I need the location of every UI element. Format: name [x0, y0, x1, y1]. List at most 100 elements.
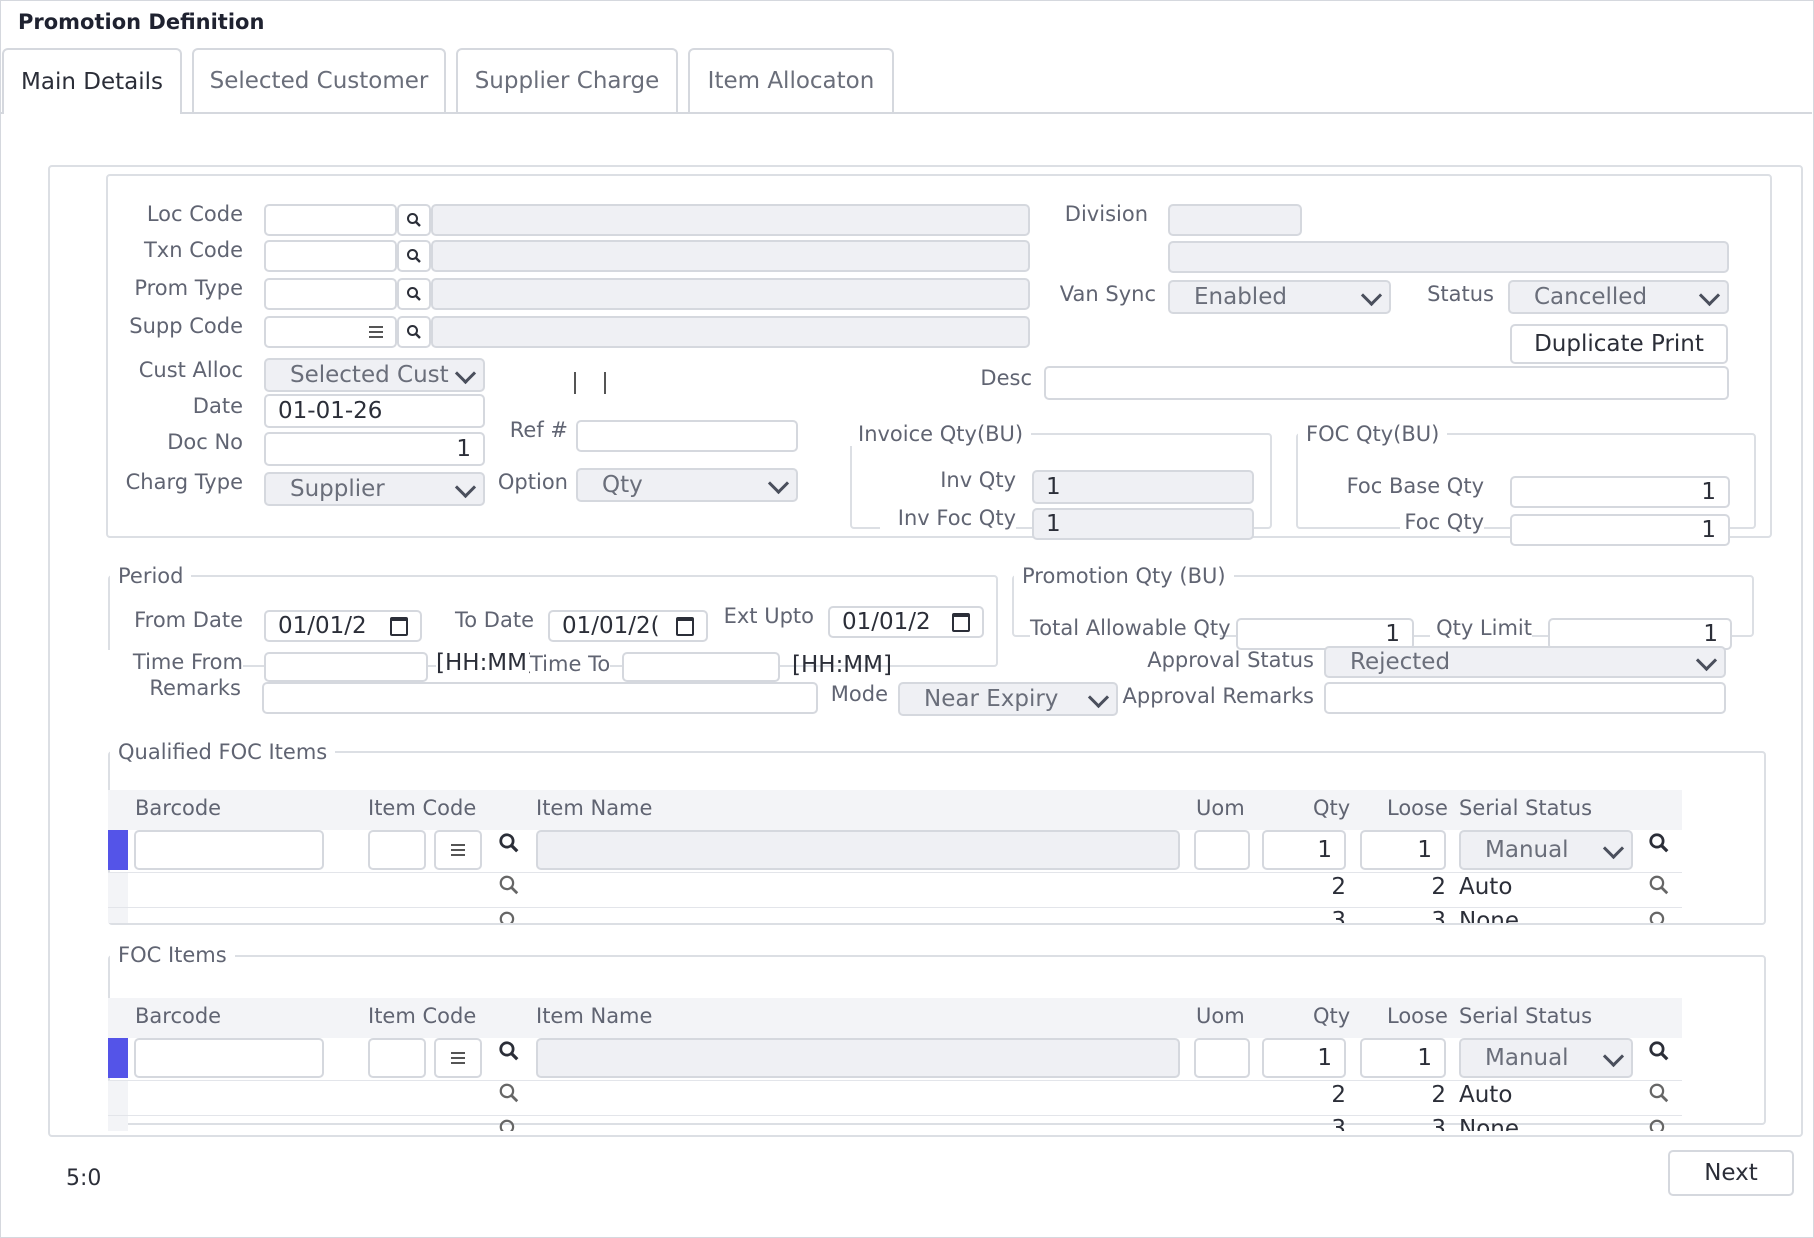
search-icon[interactable] [1648, 874, 1670, 896]
search-icon[interactable] [1648, 910, 1670, 923]
row-serial-status: Auto [1459, 1082, 1513, 1108]
col-uom: Uom [1196, 1004, 1245, 1028]
search-icon[interactable] [1648, 1082, 1670, 1104]
to-date-label: To Date [455, 608, 534, 632]
inv-foc-qty-field: 1 [1032, 508, 1254, 540]
supp-code-search-button[interactable] [397, 316, 431, 348]
search-icon [407, 325, 421, 339]
item-code-input[interactable] [368, 1038, 426, 1078]
status-select[interactable]: Cancelled [1508, 280, 1729, 314]
desc-input[interactable] [1044, 366, 1729, 400]
tab-selected-customer[interactable]: Selected Customer [192, 48, 446, 112]
doc-no-input[interactable]: 1 [264, 432, 485, 466]
option-select[interactable]: Qty [576, 468, 798, 502]
foc-qty-input[interactable]: 1 [1510, 514, 1730, 546]
col-uom: Uom [1196, 796, 1245, 820]
prom-type-label: Prom Type [134, 276, 243, 300]
search-icon[interactable] [498, 1118, 520, 1131]
row-divider [108, 872, 1682, 873]
time-to-input[interactable] [622, 652, 780, 682]
foc-base-qty-input[interactable]: 1 [1510, 476, 1730, 508]
calendar-icon[interactable] [952, 612, 970, 632]
qty-input[interactable]: 1 [1262, 1038, 1346, 1078]
col-barcode: Barcode [135, 796, 222, 820]
date-input[interactable]: 01-01-26 [264, 394, 485, 428]
txn-code-search-button[interactable] [397, 240, 431, 272]
loc-code-search-button[interactable] [397, 204, 431, 236]
mode-value: Near Expiry [924, 686, 1059, 712]
serial-status-select[interactable]: Manual [1459, 1038, 1633, 1078]
qty-input[interactable]: 1 [1262, 830, 1346, 870]
approval-remarks-input[interactable] [1324, 682, 1726, 714]
next-button[interactable]: Next [1668, 1150, 1794, 1196]
barcode-input[interactable] [134, 830, 324, 870]
calendar-icon[interactable] [676, 616, 694, 636]
qualified-foc-legend: Qualified FOC Items [110, 740, 336, 764]
mode-select[interactable]: Near Expiry [898, 682, 1118, 716]
txn-code-input[interactable] [264, 240, 397, 272]
barcode-input[interactable] [134, 1038, 324, 1078]
duplicate-print-button[interactable]: Duplicate Print [1510, 324, 1728, 364]
approval-status-value: Rejected [1350, 649, 1451, 675]
from-date-input[interactable]: 01/01/2 [264, 610, 422, 642]
loose-input[interactable]: 1 [1360, 1038, 1446, 1078]
prom-type-search-button[interactable] [397, 278, 431, 310]
tab-item-allocation[interactable]: Item Allocaton [688, 48, 894, 112]
list-icon [451, 849, 465, 851]
from-date-label: From Date [134, 608, 243, 632]
row-selector-active[interactable] [108, 830, 128, 870]
time-from-input[interactable] [264, 652, 428, 682]
row-qty: 2 [1331, 1082, 1346, 1108]
serial-status-select[interactable]: Manual [1459, 830, 1633, 870]
list-icon[interactable] [369, 331, 383, 333]
col-qty: Qty [1313, 796, 1351, 820]
search-icon[interactable] [498, 874, 520, 896]
ref-input[interactable] [576, 420, 798, 452]
inv-qty-field: 1 [1032, 470, 1254, 504]
uom-input[interactable] [1194, 830, 1250, 870]
tab-supplier-charge[interactable]: Supplier Charge [456, 48, 678, 112]
supp-code-name-field [431, 316, 1030, 348]
col-serial-status: Serial Status [1459, 796, 1593, 820]
search-icon[interactable] [1648, 1040, 1670, 1062]
row-selector[interactable] [108, 1116, 128, 1131]
col-barcode: Barcode [135, 1004, 222, 1028]
list-icon [451, 1057, 465, 1059]
van-sync-value: Enabled [1194, 284, 1287, 310]
division-label: Division [1064, 202, 1148, 226]
row-loose: 2 [1431, 874, 1446, 900]
supp-code-label: Supp Code [129, 314, 243, 338]
search-icon[interactable] [498, 832, 520, 854]
loc-code-input[interactable] [264, 204, 397, 236]
row-serial-status: None [1459, 908, 1520, 923]
serial-status-value: Manual [1485, 837, 1569, 863]
search-icon[interactable] [1648, 832, 1670, 854]
supp-code-input[interactable] [264, 316, 397, 348]
van-sync-select[interactable]: Enabled [1168, 280, 1391, 314]
row-selector[interactable] [108, 908, 128, 923]
uom-input[interactable] [1194, 1038, 1250, 1078]
item-code-input[interactable] [368, 830, 426, 870]
to-date-input[interactable]: 01/01/2( [548, 610, 708, 642]
chevron-down-icon [1695, 649, 1718, 672]
search-icon[interactable] [498, 1082, 520, 1104]
remarks-input[interactable] [262, 682, 818, 714]
search-icon[interactable] [498, 1040, 520, 1062]
search-icon[interactable] [498, 910, 520, 923]
item-code-list-button[interactable] [434, 1038, 482, 1078]
row-selector-active[interactable] [108, 1038, 128, 1078]
prom-type-input[interactable] [264, 278, 397, 310]
total-allowable-label: Total Allowable Qty [1030, 616, 1231, 640]
desc-label: Desc [980, 366, 1032, 390]
qualified-foc-table: Barcode Item Code Item Name Uom Qty Loos… [108, 790, 1682, 923]
ext-upto-input[interactable]: 01/01/2 [828, 606, 984, 638]
calendar-icon[interactable] [390, 616, 408, 636]
period-legend: Period [110, 564, 192, 588]
loose-input[interactable]: 1 [1360, 830, 1446, 870]
search-icon[interactable] [1648, 1118, 1670, 1131]
approval-status-select[interactable]: Rejected [1324, 646, 1726, 678]
charg-type-select[interactable]: Supplier [264, 472, 485, 506]
tab-main-details[interactable]: Main Details [2, 48, 182, 114]
item-code-list-button[interactable] [434, 830, 482, 870]
cust-alloc-select[interactable]: Selected Cust [264, 358, 485, 392]
